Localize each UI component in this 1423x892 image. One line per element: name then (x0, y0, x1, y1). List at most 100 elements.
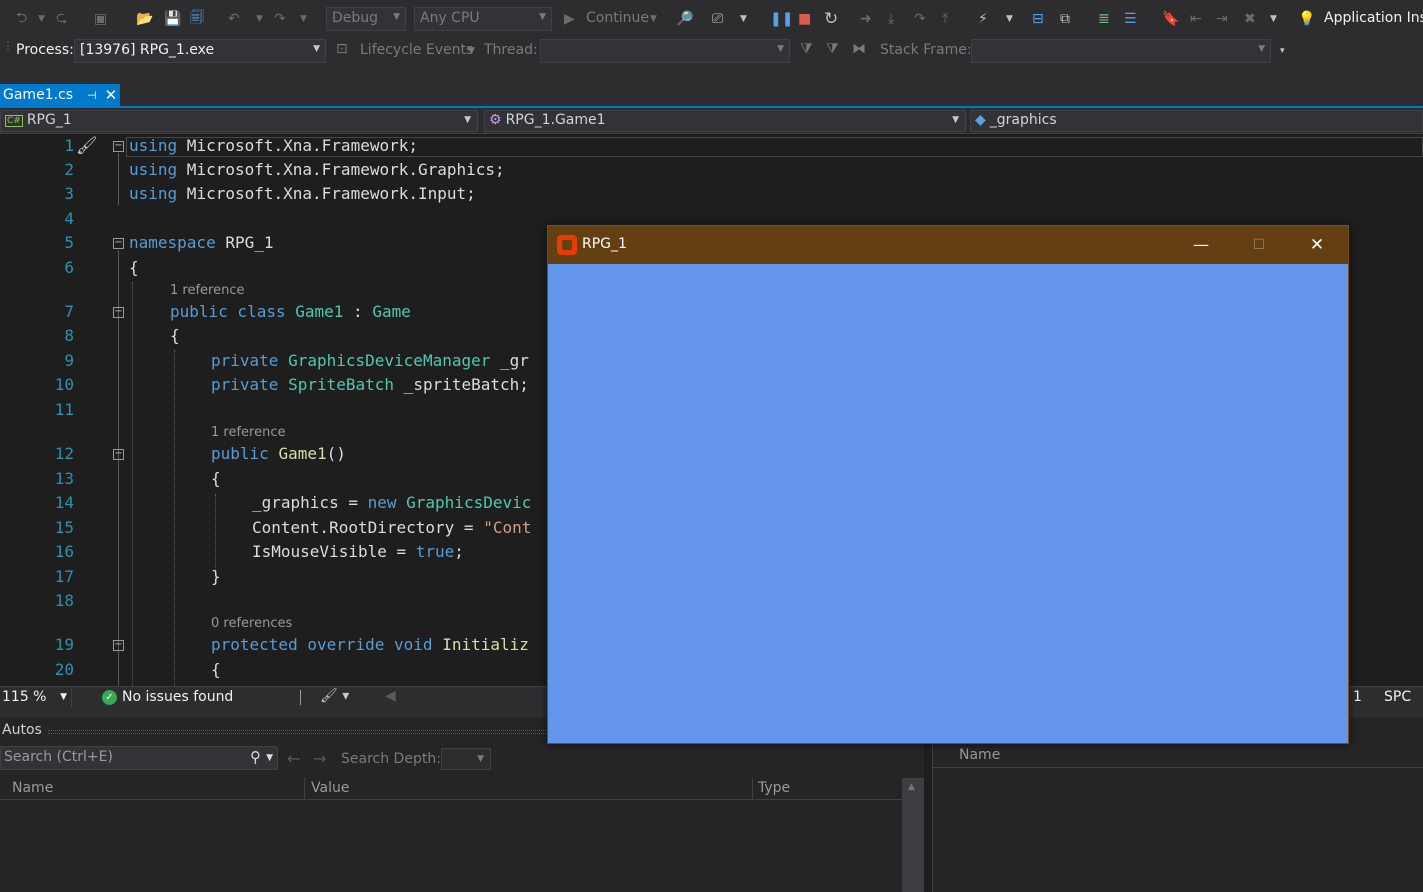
stop-debugging-icon[interactable]: ■ (798, 8, 811, 30)
process-dropdown[interactable]: [13976] RPG_1.exe ▼ (74, 39, 326, 63)
line-number: 2 (64, 160, 74, 179)
line-number: 14 (54, 493, 74, 512)
toolbar-overflow-icon[interactable]: ▾ (1280, 46, 1285, 56)
vertical-scrollbar[interactable]: ▲ (902, 778, 924, 892)
navigate-back-icon[interactable]: ⮌ (16, 8, 27, 30)
close-icon[interactable]: ✕ (105, 86, 118, 104)
layout-icon[interactable]: ⧉ (1060, 8, 1070, 30)
stack-frame-dropdown[interactable]: ▼ (971, 39, 1271, 63)
find-in-files-icon[interactable]: 🔎 (676, 8, 693, 30)
codelens-references[interactable]: 1 reference (211, 425, 285, 440)
search-icon[interactable]: ⚲ (250, 748, 261, 766)
collapse-region-icon[interactable]: − (113, 640, 124, 651)
issues-status[interactable]: No issues found (122, 689, 233, 705)
code-line: { (170, 326, 180, 345)
spacing-indicator[interactable]: SPC (1384, 689, 1411, 705)
chevron-down-icon[interactable]: ▼ (38, 8, 45, 30)
solution-configuration-dropdown[interactable]: Debug ▼ (326, 7, 406, 31)
pin-icon[interactable]: ⊣ (87, 89, 97, 102)
scroll-up-icon[interactable]: ▲ (908, 782, 915, 792)
lightbulb-icon[interactable]: 💡 (1298, 8, 1315, 30)
type-dropdown[interactable]: ⚙ RPG_1.Game1 ▼ (484, 110, 966, 132)
show-next-statement-icon[interactable]: ➜ (860, 8, 872, 30)
game-window-titlebar[interactable]: RPG_1 — ☐ ✕ (548, 226, 1348, 264)
navigate-forward-icon[interactable]: ⮎ (56, 8, 67, 30)
collapse-region-icon[interactable]: − (113, 238, 124, 249)
chevron-down-icon[interactable]: ▼ (300, 8, 307, 30)
search-depth-dropdown[interactable]: ▼ (441, 748, 491, 770)
chevron-down-icon[interactable]: ▼ (740, 8, 747, 30)
step-out-icon[interactable]: ⤒ (942, 8, 948, 30)
chevron-down-icon[interactable]: ▼ (1270, 8, 1277, 30)
thread-dropdown[interactable]: ▼ (540, 39, 790, 63)
chevron-down-icon[interactable]: ▼ (1006, 8, 1013, 30)
flag-thread-icon[interactable]: ⧩ (800, 41, 813, 57)
bookmark-icon[interactable]: 🔖 (1162, 8, 1179, 30)
code-cleanup-icon[interactable]: 🖌 ▾ (320, 688, 349, 704)
restart-icon[interactable]: ↻ (824, 8, 838, 30)
code-line: using Microsoft.Xna.Framework.Input; (129, 184, 476, 203)
column-divider[interactable] (752, 778, 753, 800)
search-previous-icon[interactable]: ← (287, 749, 300, 768)
chevron-down-icon[interactable]: ▼ (468, 46, 475, 56)
column-header-type[interactable]: Type (758, 780, 790, 796)
codelens-references[interactable]: 1 reference (170, 283, 244, 298)
chevron-down-icon[interactable]: ▼ (266, 753, 273, 763)
thread-window-icon[interactable]: ⊟ (1032, 8, 1044, 30)
continue-button[interactable]: Continue (586, 10, 649, 26)
member-value: _graphics (989, 112, 1057, 128)
comment-icon[interactable]: ☰ (1124, 8, 1137, 30)
save-icon[interactable]: 💾 (164, 8, 181, 30)
column-header-value[interactable]: Value (311, 780, 349, 796)
lifecycle-events-button[interactable]: Lifecycle Events (360, 42, 473, 58)
project-dropdown[interactable]: C# RPG_1 ▼ (0, 110, 478, 132)
redo-icon[interactable]: ↷ (274, 8, 286, 30)
column-header-name[interactable]: Name (959, 747, 1000, 763)
search-next-icon[interactable]: → (313, 749, 326, 768)
next-bookmark-icon[interactable]: ⇥ (1216, 8, 1228, 30)
chevron-down-icon: ▼ (952, 115, 959, 125)
toggle-external-code-icon[interactable]: ⧓ (852, 41, 866, 57)
chevron-down-icon[interactable]: ▼ (650, 8, 657, 30)
save-all-icon[interactable]: 🗐 (190, 8, 204, 30)
code-line: _graphics = new GraphicsDevic (252, 493, 532, 512)
column-divider[interactable] (304, 778, 305, 800)
browser-link-icon[interactable]: ⎚ (712, 8, 723, 30)
continue-play-icon[interactable]: ▶ (564, 8, 575, 30)
previous-bookmark-icon[interactable]: ⇤ (1190, 8, 1202, 30)
code-line: using Microsoft.Xna.Framework.Graphics; (129, 160, 505, 179)
minimize-button[interactable]: — (1178, 232, 1224, 258)
step-into-icon[interactable]: ⤓ (888, 8, 894, 30)
hot-reload-icon[interactable]: ⚡ (978, 8, 988, 30)
clear-bookmarks-icon[interactable]: ✖ (1244, 8, 1256, 30)
collapse-region-icon[interactable]: − (113, 449, 124, 460)
code-line: } (211, 567, 221, 586)
filter-threads-icon[interactable]: ⧩ (826, 41, 839, 57)
game-window-title: RPG_1 (582, 236, 627, 252)
zoom-dropdown[interactable]: 115 % ▼ (0, 687, 72, 708)
break-all-icon[interactable]: ❚❚ (770, 8, 793, 30)
chevron-down-icon: ▼ (539, 12, 546, 22)
tab-game1-cs[interactable]: Game1.cs ⊣ ✕ (0, 84, 120, 106)
open-file-icon[interactable]: 📂 (136, 8, 153, 30)
scroll-left-icon[interactable]: ◀ (385, 688, 396, 704)
application-insights-button[interactable]: Application Ins (1324, 10, 1423, 26)
codelens-references[interactable]: 0 references (211, 616, 292, 631)
game-window[interactable]: RPG_1 — ☐ ✕ (547, 225, 1349, 744)
member-dropdown[interactable]: ◆ _graphics (970, 110, 1423, 132)
step-over-icon[interactable]: ↷ (914, 8, 926, 30)
undo-icon[interactable]: ↶ (228, 8, 240, 30)
line-number: 18 (54, 591, 74, 610)
solution-platform-dropdown[interactable]: Any CPU ▼ (414, 7, 552, 31)
collapse-region-icon[interactable]: − (113, 141, 124, 152)
chevron-down-icon[interactable]: ▼ (256, 8, 263, 30)
column-header-name[interactable]: Name (12, 780, 53, 796)
line-number: 3 (64, 184, 74, 203)
game-viewport[interactable] (548, 264, 1348, 743)
close-button[interactable]: ✕ (1294, 232, 1340, 258)
navigation-bar: C# RPG_1 ▼ ⚙ RPG_1.Game1 ▼ ◆ _graphics (0, 108, 1423, 134)
autos-search-input[interactable]: Search (Ctrl+E) ⚲ ▼ (0, 746, 278, 770)
new-project-icon[interactable]: ▣ (94, 8, 107, 30)
collapse-region-icon[interactable]: − (113, 307, 124, 318)
indent-icon[interactable]: ≣ (1098, 8, 1110, 30)
